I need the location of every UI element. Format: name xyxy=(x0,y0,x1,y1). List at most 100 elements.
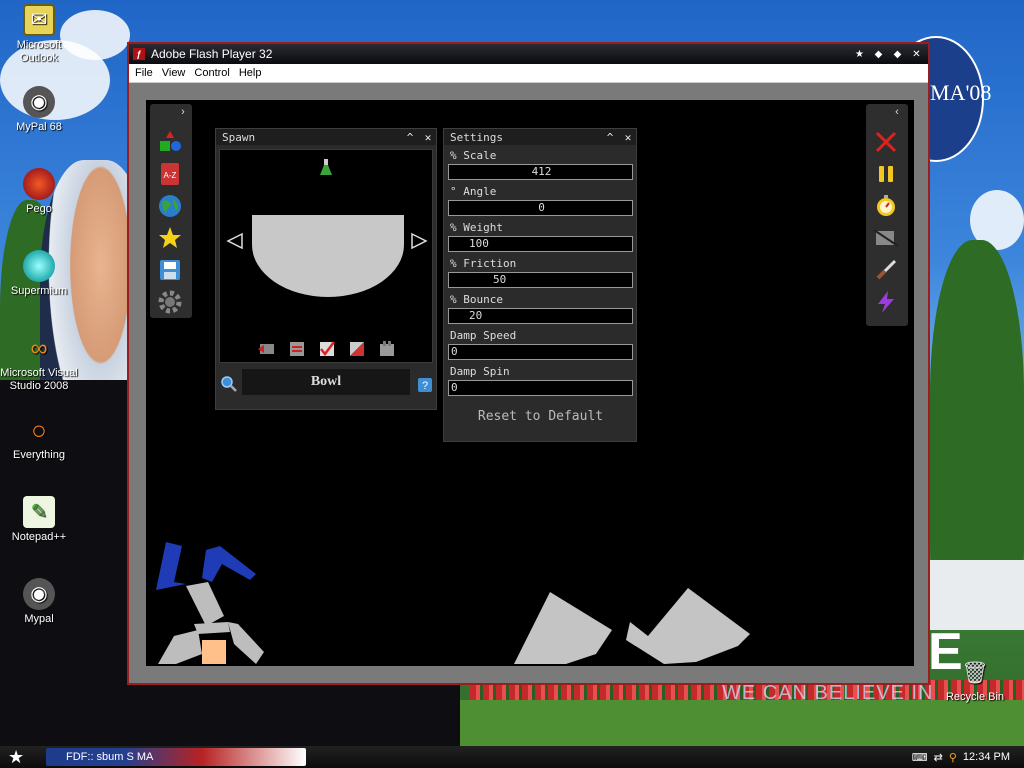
reset-to-default-button[interactable]: Reset to Default xyxy=(448,401,633,431)
campaign-logo-text: MA'08 xyxy=(930,80,992,105)
pego-icon xyxy=(23,168,55,200)
menu-bar: File View Control Help xyxy=(129,64,928,83)
desktop-icon-outlook[interactable]: ✉ Microsoft Outlook xyxy=(0,4,78,65)
flash-player-window: ƒ Adobe Flash Player 32 ★ ◆ ◆ ✕ File Vie… xyxy=(127,42,930,685)
spawn-preview xyxy=(219,149,433,363)
lawn xyxy=(460,700,1024,746)
delete-icon[interactable] xyxy=(871,128,901,156)
save-icon[interactable] xyxy=(155,256,185,284)
a-z-icon[interactable]: A-Z xyxy=(155,160,185,188)
desktop-icon-label: Everything xyxy=(13,449,65,461)
settings-panel: Settings ^ ✕ % Scale 412 ° Angle 0 % Wei… xyxy=(443,128,637,442)
everything-icon: ○ xyxy=(31,414,47,445)
settings-panel-title: Settings xyxy=(450,130,503,144)
desktop-icon-recycle-bin[interactable]: 🗑 Recycle Bin xyxy=(936,656,1014,704)
close-icon[interactable]: ✕ xyxy=(620,129,636,145)
mypal-icon: ◉ xyxy=(23,578,55,610)
network-icon[interactable]: ⇄ xyxy=(934,751,943,764)
scene xyxy=(156,542,750,664)
bowl-fragment[interactable] xyxy=(514,592,612,664)
desktop-icon-everything[interactable]: ○ Everything xyxy=(0,414,78,462)
svg-text:?: ? xyxy=(422,380,428,392)
collapse-icon[interactable]: ^ xyxy=(602,129,618,145)
desktop-icon-supermium[interactable]: Supermium xyxy=(0,250,78,298)
globe-icon[interactable] xyxy=(155,192,185,220)
close-icon[interactable]: ✕ xyxy=(909,47,924,61)
menu-file[interactable]: File xyxy=(133,67,160,79)
properties-icon[interactable] xyxy=(288,340,306,358)
chevron-right-icon[interactable]: › xyxy=(176,106,190,120)
left-toolbar: › A-Z xyxy=(150,104,192,318)
settings-panel-header[interactable]: Settings ^ ✕ xyxy=(444,129,636,145)
damp-spin-label: Damp Spin xyxy=(450,365,510,378)
friction-input[interactable]: 50 xyxy=(448,272,633,288)
white-house xyxy=(930,560,1024,630)
joint-icon[interactable] xyxy=(378,340,396,358)
desktop-icon-label: Pego xyxy=(26,203,52,215)
close-icon[interactable]: ✕ xyxy=(420,129,436,145)
chevron-left-icon[interactable]: ‹ xyxy=(890,106,904,120)
collapse-icon[interactable]: ^ xyxy=(402,129,418,145)
spawn-tools xyxy=(258,340,396,358)
damp-spin-input[interactable]: 0 xyxy=(448,380,633,396)
start-button[interactable]: ★ xyxy=(8,748,28,766)
desktop-icon-label: Supermium xyxy=(10,285,68,297)
stopwatch-icon[interactable] xyxy=(871,192,901,220)
check-icon[interactable] xyxy=(318,340,336,358)
outlook-icon: ✉ xyxy=(23,4,55,36)
lightning-icon[interactable] xyxy=(871,288,901,316)
minimize-icon[interactable]: ◆ xyxy=(871,47,886,61)
ragdoll[interactable] xyxy=(156,542,264,664)
flash-icon: ƒ xyxy=(133,48,145,60)
menu-control[interactable]: Control xyxy=(192,67,236,79)
notepadpp-icon: ✎ xyxy=(23,496,55,528)
knife-icon[interactable] xyxy=(871,256,901,284)
wallpaper-slogan: WE CAN BELIEVE IN xyxy=(722,682,934,704)
recycle-bin-icon: 🗑 xyxy=(961,659,989,685)
window-titlebar[interactable]: ƒ Adobe Flash Player 32 ★ ◆ ◆ ✕ xyxy=(129,44,928,64)
arrow-left-icon[interactable] xyxy=(226,232,244,250)
keyboard-icon[interactable]: ⌨ xyxy=(912,751,928,764)
flask-icon xyxy=(320,159,332,175)
angle-input[interactable]: 0 xyxy=(448,200,633,216)
window-title: Adobe Flash Player 32 xyxy=(151,47,273,61)
right-toolbar: ‹ xyxy=(866,104,908,326)
desktop-icon-pego[interactable]: Pego xyxy=(0,168,78,216)
maximize-icon[interactable]: ◆ xyxy=(890,47,905,61)
erase-icon[interactable] xyxy=(871,224,901,252)
star-icon[interactable] xyxy=(155,224,185,252)
friction-label: % Friction xyxy=(450,257,517,270)
system-tray: ⌨ ⇄ ⚲ 12:34 PM xyxy=(894,746,1024,768)
desktop-icon-mypal[interactable]: ◉ Mypal xyxy=(0,578,78,626)
bowl-fragment[interactable] xyxy=(626,588,750,664)
search-icon[interactable] xyxy=(220,375,238,393)
star-icon[interactable]: ★ xyxy=(852,47,867,61)
help-icon[interactable]: ? xyxy=(416,375,434,393)
bounce-label: % Bounce xyxy=(450,293,503,306)
menu-help[interactable]: Help xyxy=(237,67,269,79)
move-icon[interactable] xyxy=(258,340,276,358)
mypal-icon: ◉ xyxy=(23,86,55,118)
scale-input[interactable]: 412 xyxy=(448,164,633,180)
clock[interactable]: 12:34 PM xyxy=(963,751,1010,763)
bounce-input[interactable]: 20 xyxy=(448,308,633,324)
desktop-icon-label: Mypal xyxy=(24,613,54,625)
game-stage[interactable]: › A-Z Spawn ^ ✕ Bowl ? Settings ^ ✕ % Sc… xyxy=(146,100,914,666)
search-icon[interactable]: ⚲ xyxy=(949,751,957,764)
arrow-right-icon[interactable] xyxy=(410,232,428,250)
weight-input[interactable]: 100 xyxy=(448,236,633,252)
supermium-icon xyxy=(23,250,55,282)
desktop-icon-label: Recycle Bin xyxy=(945,691,1005,703)
scale-label: % Scale xyxy=(450,149,497,162)
gear-icon[interactable] xyxy=(155,288,185,316)
desktop-icon-visual-studio[interactable]: ∞ Microsoft Visual Studio 2008 xyxy=(0,332,78,393)
taskbar-task[interactable]: FDF:: sbum S MA xyxy=(46,748,306,766)
damp-speed-input[interactable]: 0 xyxy=(448,344,633,360)
split-icon[interactable] xyxy=(348,340,366,358)
spawn-panel-header[interactable]: Spawn ^ ✕ xyxy=(216,129,436,145)
desktop-icon-mypal68[interactable]: ◉ MyPal 68 xyxy=(0,86,78,134)
pause-icon[interactable] xyxy=(871,160,901,188)
menu-view[interactable]: View xyxy=(160,67,193,79)
desktop-icon-notepadpp[interactable]: ✎ Notepad++ xyxy=(0,496,78,544)
shapes-icon[interactable] xyxy=(155,128,185,156)
